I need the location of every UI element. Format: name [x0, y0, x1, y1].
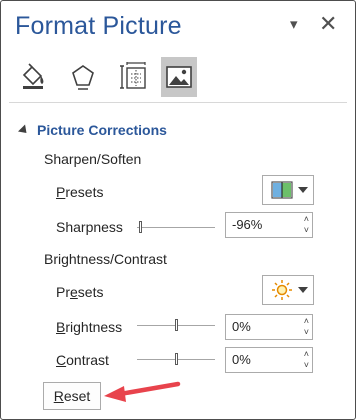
sharpen-soften-heading: Sharpen/Soften — [44, 151, 142, 167]
mnemonic: P — [56, 184, 66, 200]
sharpness-label: Sharpness — [56, 219, 123, 235]
sharpness-value: -96% — [232, 217, 263, 232]
paint-bucket-icon — [22, 63, 44, 89]
chevron-down-icon — [298, 187, 308, 193]
sharpness-slider[interactable] — [137, 221, 215, 233]
mnemonic: B — [56, 319, 66, 335]
sharpness-spinner[interactable]: -96% ˄ ˅ — [225, 212, 313, 238]
slider-thumb[interactable] — [175, 353, 178, 365]
tab-fill-line[interactable] — [15, 57, 51, 97]
tab-size-properties[interactable] — [115, 57, 151, 97]
brightness-slider[interactable] — [137, 319, 215, 331]
slider-thumb[interactable] — [139, 221, 142, 233]
contrast-spinner[interactable]: 0% ˄ ˅ — [225, 347, 313, 373]
sharpen-presets-label: Presets — [56, 184, 103, 200]
label-prefix: Pr — [56, 284, 70, 300]
sharpen-presets-gallery[interactable] — [262, 175, 314, 205]
divider — [9, 102, 347, 103]
section-title: Picture Corrections — [37, 122, 167, 138]
size-properties-icon — [120, 62, 146, 89]
annotation-arrow-icon — [104, 381, 181, 402]
sun-icon — [272, 280, 292, 300]
label-rest: rightness — [65, 319, 123, 335]
brightness-spinner[interactable]: 0% ˄ ˅ — [225, 314, 313, 340]
tab-picture[interactable] — [161, 57, 197, 97]
close-button[interactable]: ✕ — [319, 11, 337, 37]
brightness-contrast-heading: Brightness/Contrast — [44, 251, 167, 267]
label-rest: sets — [77, 284, 104, 300]
picture-icon — [166, 66, 192, 88]
label-rest: resets — [65, 184, 104, 200]
spinner-arrows[interactable]: ˄ ˅ — [304, 214, 309, 236]
slider-track — [137, 227, 215, 228]
bc-presets-label: Presets — [56, 284, 103, 300]
task-pane-options-button[interactable]: ▾ — [290, 15, 298, 33]
slider-thumb[interactable] — [175, 319, 178, 331]
brightness-label: Brightness — [56, 319, 122, 335]
pane-title: Format Picture — [15, 12, 182, 40]
spinner-arrows[interactable]: ˄ ˅ — [304, 349, 309, 371]
chevron-down-icon — [298, 287, 308, 293]
brightness-value: 0% — [232, 319, 251, 334]
category-tabs — [15, 57, 205, 99]
pentagon-icon — [72, 65, 94, 90]
label-rest: ontrast — [66, 352, 109, 368]
mnemonic: C — [56, 352, 67, 368]
contrast-value: 0% — [232, 352, 251, 367]
section-header-picture-corrections[interactable]: Picture Corrections — [17, 122, 167, 138]
reset-button[interactable]: Reset — [43, 382, 101, 410]
close-icon: ✕ — [319, 11, 338, 36]
contrast-label: Contrast — [56, 352, 109, 368]
tab-effects[interactable] — [65, 57, 101, 97]
chevron-down-icon: ▾ — [290, 16, 298, 33]
collapse-triangle-icon — [17, 124, 31, 137]
spinner-arrows[interactable]: ˄ ˅ — [304, 316, 309, 338]
label-rest: eset — [63, 388, 91, 404]
contrast-slider[interactable] — [137, 353, 215, 365]
sharpen-preset-icon — [271, 181, 293, 199]
bc-presets-gallery[interactable] — [262, 275, 314, 305]
mnemonic: e — [70, 284, 78, 300]
format-picture-pane: Format Picture ▾ ✕ Picture Corrections S… — [0, 0, 356, 420]
mnemonic: R — [53, 388, 64, 404]
